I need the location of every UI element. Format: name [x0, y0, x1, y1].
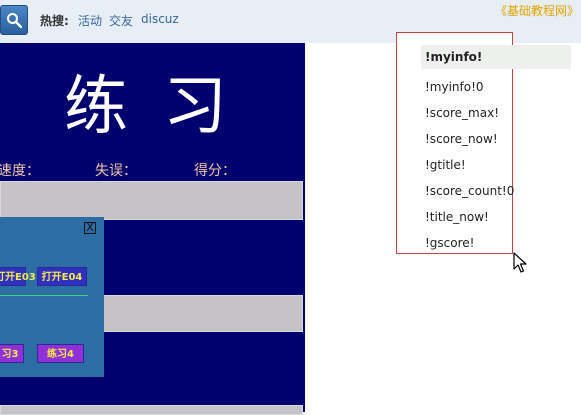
hot-link-activity[interactable]: 活动	[78, 12, 102, 29]
menu-item-score-count[interactable]: !score_count!0	[425, 184, 514, 198]
speed-label: 速度：	[0, 163, 40, 179]
close-icon[interactable]: X	[84, 222, 96, 234]
mouse-cursor-icon	[513, 252, 527, 273]
menu-item-score-now[interactable]: !score_now!	[425, 132, 498, 146]
panel-title-char-1: 练	[64, 70, 128, 144]
site-brand: 《基础教程网》	[494, 4, 579, 18]
menu-item-score-max[interactable]: !score_max!	[425, 106, 499, 120]
menu-item-gscore[interactable]: !gscore!	[425, 236, 474, 250]
hot-search-label: 热搜:	[40, 14, 69, 28]
hot-link-friends[interactable]: 交友	[109, 12, 133, 29]
open-e03-button[interactable]: 打开E03	[0, 267, 36, 286]
score-label: 得分：	[194, 163, 236, 179]
panel-title-char-2: 习	[163, 70, 227, 144]
search-icon	[7, 13, 22, 28]
menu-item-title-now[interactable]: !title_now!	[425, 210, 489, 224]
menu-header: !myinfo!	[421, 45, 571, 69]
popup-window: X 打开E03 打开E04 习3 练习4	[0, 217, 104, 377]
errors-label: 失误：	[95, 163, 137, 179]
open-e04-button[interactable]: 打开E04	[37, 267, 87, 286]
info-dropdown-menu: !myinfo! !myinfo!0 !score_max! !score_no…	[396, 32, 571, 254]
practice-4-button[interactable]: 练习4	[37, 344, 84, 363]
input-bar-1[interactable]	[0, 181, 303, 220]
menu-item-gtitle[interactable]: !gtitle!	[425, 158, 466, 172]
input-bar-3[interactable]	[0, 405, 303, 415]
popup-divider	[0, 295, 88, 296]
practice-3-button[interactable]: 习3	[0, 344, 24, 363]
menu-item-myinfo[interactable]: !myinfo!0	[425, 80, 484, 94]
hot-link-discuz[interactable]: discuz	[141, 12, 179, 26]
search-button[interactable]	[0, 5, 28, 35]
